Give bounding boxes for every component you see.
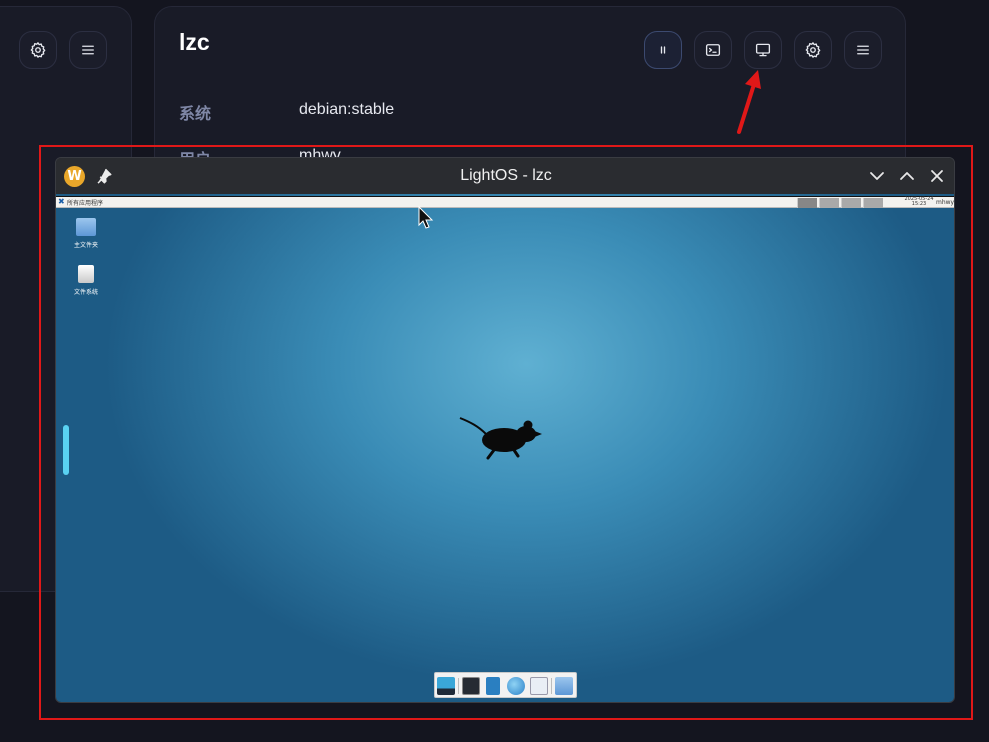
info-value-os: debian:stable — [299, 101, 395, 118]
gear-icon — [805, 42, 821, 58]
card-title: lzc — [179, 29, 210, 55]
menu-button-left[interactable] — [69, 31, 107, 69]
annotation-highlight-box — [39, 145, 973, 720]
info-label-os: 系统 — [179, 106, 212, 123]
terminal-button[interactable] — [694, 31, 732, 69]
pause-button[interactable] — [644, 31, 682, 69]
menu-button[interactable] — [844, 31, 882, 69]
monitor-icon — [755, 43, 771, 57]
annotation-arrow-icon — [737, 70, 761, 134]
gear-icon — [30, 42, 46, 58]
menu-icon — [857, 45, 869, 55]
desktop-button[interactable] — [744, 31, 782, 69]
menu-icon — [82, 45, 94, 55]
settings-button[interactable] — [794, 31, 832, 69]
pause-icon — [660, 46, 666, 54]
settings-button-left[interactable] — [19, 31, 57, 69]
terminal-icon — [705, 44, 721, 56]
